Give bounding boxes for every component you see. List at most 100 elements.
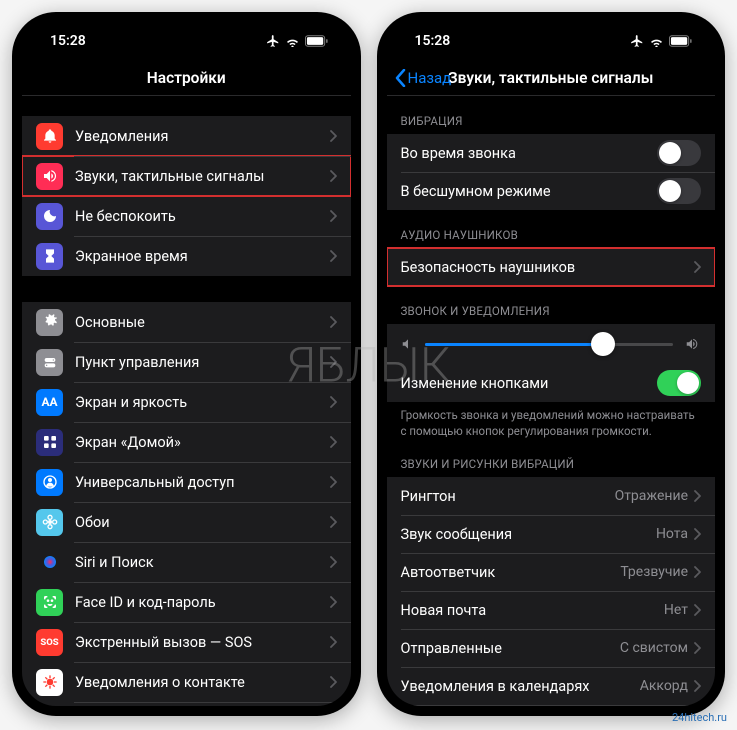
notch bbox=[111, 12, 261, 36]
row-label: Экран и яркость bbox=[75, 394, 330, 411]
toggle-switch[interactable] bbox=[657, 178, 701, 204]
chevron-right-icon bbox=[694, 604, 701, 616]
row-label: Во время звонка bbox=[401, 145, 658, 162]
settings-row-dnd[interactable]: Не беспокоить bbox=[22, 196, 351, 236]
chevron-right-icon bbox=[330, 316, 337, 328]
slider-track bbox=[425, 343, 674, 346]
gear-icon bbox=[36, 309, 63, 336]
section-header: ЗВУКИ И РИСУНКИ ВИБРАЦИЙ bbox=[387, 457, 716, 477]
row-value: Аккорд bbox=[640, 678, 688, 694]
source-attribution: 24hitech.ru bbox=[672, 711, 727, 724]
settings-row-reminders[interactable]: УведомленияАккорд bbox=[387, 705, 716, 706]
chevron-right-icon bbox=[694, 680, 701, 692]
settings-row-vibe-ring[interactable]: Во время звонка bbox=[387, 134, 716, 172]
row-label: Безопасность наушников bbox=[401, 259, 695, 276]
phone-left: 15:28 Настройки Уведомления Звуки, тактил… bbox=[12, 12, 361, 716]
settings-row-text[interactable]: Звук сообщенияНота bbox=[387, 515, 716, 553]
row-label: Звук сообщения bbox=[401, 526, 656, 543]
section-header: АУДИО НАУШНИКОВ bbox=[387, 228, 716, 248]
settings-row-general[interactable]: Основные bbox=[22, 302, 351, 342]
chevron-right-icon bbox=[694, 566, 701, 578]
row-value: Трезвучие bbox=[620, 564, 688, 580]
grid-icon bbox=[36, 429, 63, 456]
person-icon bbox=[36, 469, 63, 496]
face-icon bbox=[36, 589, 63, 616]
toggle-switch[interactable] bbox=[657, 370, 701, 396]
settings-section: АУДИО НАУШНИКОВ Безопасность наушников bbox=[387, 228, 716, 286]
wifi-icon bbox=[649, 36, 664, 47]
settings-row-sentmail[interactable]: ОтправленныеС свистом bbox=[387, 629, 716, 667]
volume-slider[interactable] bbox=[387, 324, 716, 364]
chevron-right-icon bbox=[330, 210, 337, 222]
settings-row-siri[interactable]: Siri и Поиск bbox=[22, 542, 351, 582]
row-label: Основные bbox=[75, 314, 330, 331]
status-time: 15:28 bbox=[50, 33, 86, 49]
chevron-right-icon bbox=[330, 396, 337, 408]
volume-high-icon bbox=[683, 337, 701, 351]
toggle-switch[interactable] bbox=[657, 140, 701, 166]
settings-row-headphone-safety[interactable]: Безопасность наушников bbox=[387, 248, 716, 286]
settings-row-vibe-silent[interactable]: В бесшумном режиме bbox=[387, 172, 716, 210]
settings-row-control[interactable]: Пункт управления bbox=[22, 342, 351, 382]
settings-group: Уведомления Звуки, тактильные сигналы Не б… bbox=[22, 116, 351, 276]
settings-row-wallpaper[interactable]: Обои bbox=[22, 502, 351, 542]
settings-row-exposure[interactable]: Уведомления о контакте bbox=[22, 662, 351, 702]
chevron-right-icon bbox=[330, 676, 337, 688]
page-title: Настройки bbox=[147, 69, 226, 87]
nav-bar: Настройки bbox=[22, 60, 351, 96]
settings-row-newmail[interactable]: Новая почтаНет bbox=[387, 591, 716, 629]
row-label: Экстренный вызов — SOS bbox=[75, 634, 330, 651]
AA-icon: AA bbox=[36, 389, 63, 416]
chevron-right-icon bbox=[330, 596, 337, 608]
back-button[interactable]: Назад bbox=[395, 69, 452, 87]
chevron-right-icon bbox=[694, 528, 701, 540]
siri-icon bbox=[36, 549, 63, 576]
battery-icon bbox=[669, 35, 693, 47]
chevron-left-icon bbox=[395, 69, 406, 87]
settings-row-notifications[interactable]: Уведомления bbox=[22, 116, 351, 156]
row-label: Уведомления в календарях bbox=[401, 678, 640, 695]
settings-group: Основные Пункт управления AA Экран и яркост… bbox=[22, 302, 351, 706]
battery-icon bbox=[305, 35, 329, 47]
settings-section: ВИБРАЦИЯВо время звонкаВ бесшумном режим… bbox=[387, 114, 716, 210]
phone-right: 15:28 Назад Звуки, тактильные сигналы ВИ… bbox=[377, 12, 726, 716]
slider-thumb[interactable] bbox=[591, 332, 615, 356]
virus-icon bbox=[36, 669, 63, 696]
row-label: Изменение кнопками bbox=[401, 375, 658, 392]
settings-row-faceid[interactable]: Face ID и код-пароль bbox=[22, 582, 351, 622]
row-label: Автоответчик bbox=[401, 564, 621, 581]
row-label: Уведомления о контакте bbox=[75, 674, 330, 691]
notch bbox=[476, 12, 626, 36]
row-value: Нет bbox=[664, 602, 688, 618]
settings-row-sos[interactable]: SOSЭкстренный вызов — SOS bbox=[22, 622, 351, 662]
chevron-right-icon bbox=[330, 436, 337, 448]
settings-row-accessibility[interactable]: Универсальный доступ bbox=[22, 462, 351, 502]
row-label: Звуки, тактильные сигналы bbox=[75, 168, 330, 185]
settings-row-voicemail[interactable]: АвтоответчикТрезвучие bbox=[387, 553, 716, 591]
row-label: В бесшумном режиме bbox=[401, 183, 658, 200]
settings-row-calendar[interactable]: Уведомления в календаряхАккорд bbox=[387, 667, 716, 705]
chevron-right-icon bbox=[330, 636, 337, 648]
row-label: Экран «Домой» bbox=[75, 434, 330, 451]
settings-row-ringtone[interactable]: РингтонОтражение bbox=[387, 477, 716, 515]
settings-section: ЗВУКИ И РИСУНКИ ВИБРАЦИЙРингтонОтражение… bbox=[387, 457, 716, 706]
row-label: Уведомления bbox=[75, 128, 330, 145]
settings-row-battery[interactable]: Аккумулятор bbox=[22, 702, 351, 706]
wifi-icon bbox=[285, 36, 300, 47]
row-label: Siri и Поиск bbox=[75, 554, 330, 571]
bell-icon bbox=[36, 123, 63, 150]
airplane-icon bbox=[630, 34, 644, 48]
row-label: Пункт управления bbox=[75, 354, 330, 371]
chevron-right-icon bbox=[330, 476, 337, 488]
flower-icon bbox=[36, 509, 63, 536]
row-label: Отправленные bbox=[401, 640, 620, 657]
settings-row-display[interactable]: AA Экран и яркость bbox=[22, 382, 351, 422]
row-value: Нота bbox=[656, 526, 688, 542]
settings-row-screentime[interactable]: Экранное время bbox=[22, 236, 351, 276]
switches-icon bbox=[36, 349, 63, 376]
row-label: Рингтон bbox=[401, 488, 615, 505]
chevron-right-icon bbox=[330, 556, 337, 568]
settings-row-sounds[interactable]: Звуки, тактильные сигналы bbox=[22, 156, 351, 196]
settings-row-home[interactable]: Экран «Домой» bbox=[22, 422, 351, 462]
settings-row-change-buttons[interactable]: Изменение кнопками bbox=[387, 364, 716, 402]
